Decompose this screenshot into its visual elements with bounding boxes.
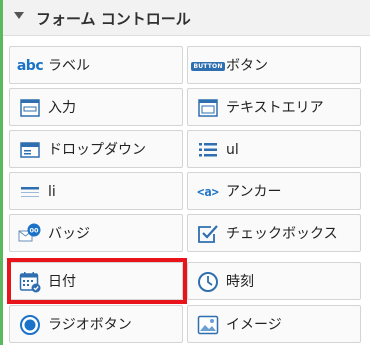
control-label-text: ラベル bbox=[48, 58, 90, 74]
label-abc-icon: abc bbox=[16, 58, 44, 74]
control-input[interactable]: 入力 bbox=[9, 88, 183, 126]
control-checkbox-text: チェックボックス bbox=[226, 226, 338, 242]
collapse-triangle-icon[interactable] bbox=[14, 12, 24, 19]
list-item-icon bbox=[17, 180, 43, 204]
control-badge-text: バッジ bbox=[48, 226, 90, 242]
control-time[interactable]: 時刻 bbox=[187, 262, 361, 300]
control-radio-text: ラジオボタン bbox=[48, 317, 132, 333]
control-input-text: 入力 bbox=[48, 100, 76, 116]
calendar-icon bbox=[17, 270, 43, 294]
unordered-list-icon bbox=[195, 138, 221, 162]
panel-title: フォーム コントロール bbox=[36, 10, 191, 28]
input-icon bbox=[17, 96, 43, 120]
control-ul-text: ul bbox=[226, 142, 239, 158]
panel-header[interactable]: フォーム コントロール bbox=[3, 0, 370, 36]
anchor-icon: <a> bbox=[197, 185, 219, 199]
radio-button-icon bbox=[17, 313, 43, 337]
control-anchor-text: アンカー bbox=[226, 184, 282, 200]
image-icon bbox=[195, 313, 221, 337]
button-icon: BUTTON bbox=[191, 61, 225, 71]
control-dropdown[interactable]: ドロップダウン bbox=[9, 130, 183, 168]
control-textarea[interactable]: テキストエリア bbox=[187, 88, 361, 126]
checkbox-icon bbox=[195, 222, 221, 246]
clock-icon bbox=[195, 270, 221, 294]
control-button[interactable]: BUTTON ボタン bbox=[187, 46, 361, 84]
control-image-text: イメージ bbox=[226, 317, 282, 333]
control-li[interactable]: li bbox=[9, 172, 183, 210]
control-button-text: ボタン bbox=[226, 58, 268, 74]
control-date-text: 日付 bbox=[48, 274, 76, 290]
control-ul[interactable]: ul bbox=[187, 130, 361, 168]
control-badge[interactable]: 00 バッジ bbox=[9, 214, 183, 252]
textarea-icon bbox=[195, 96, 221, 120]
control-radio[interactable]: ラジオボタン bbox=[9, 305, 183, 343]
control-textarea-text: テキストエリア bbox=[226, 100, 324, 116]
control-anchor[interactable]: <a> アンカー bbox=[187, 172, 361, 210]
control-time-text: 時刻 bbox=[226, 274, 254, 290]
control-label[interactable]: abc ラベル bbox=[9, 46, 183, 84]
control-dropdown-text: ドロップダウン bbox=[48, 142, 146, 158]
control-checkbox[interactable]: チェックボックス bbox=[187, 214, 361, 252]
panel-left-accent bbox=[0, 0, 3, 345]
control-image[interactable]: イメージ bbox=[187, 305, 361, 343]
svg-text:00: 00 bbox=[29, 227, 39, 235]
dropdown-icon bbox=[17, 138, 43, 162]
control-date[interactable]: 日付 bbox=[9, 262, 183, 300]
badge-icon: 00 bbox=[17, 222, 43, 246]
control-li-text: li bbox=[48, 184, 56, 200]
